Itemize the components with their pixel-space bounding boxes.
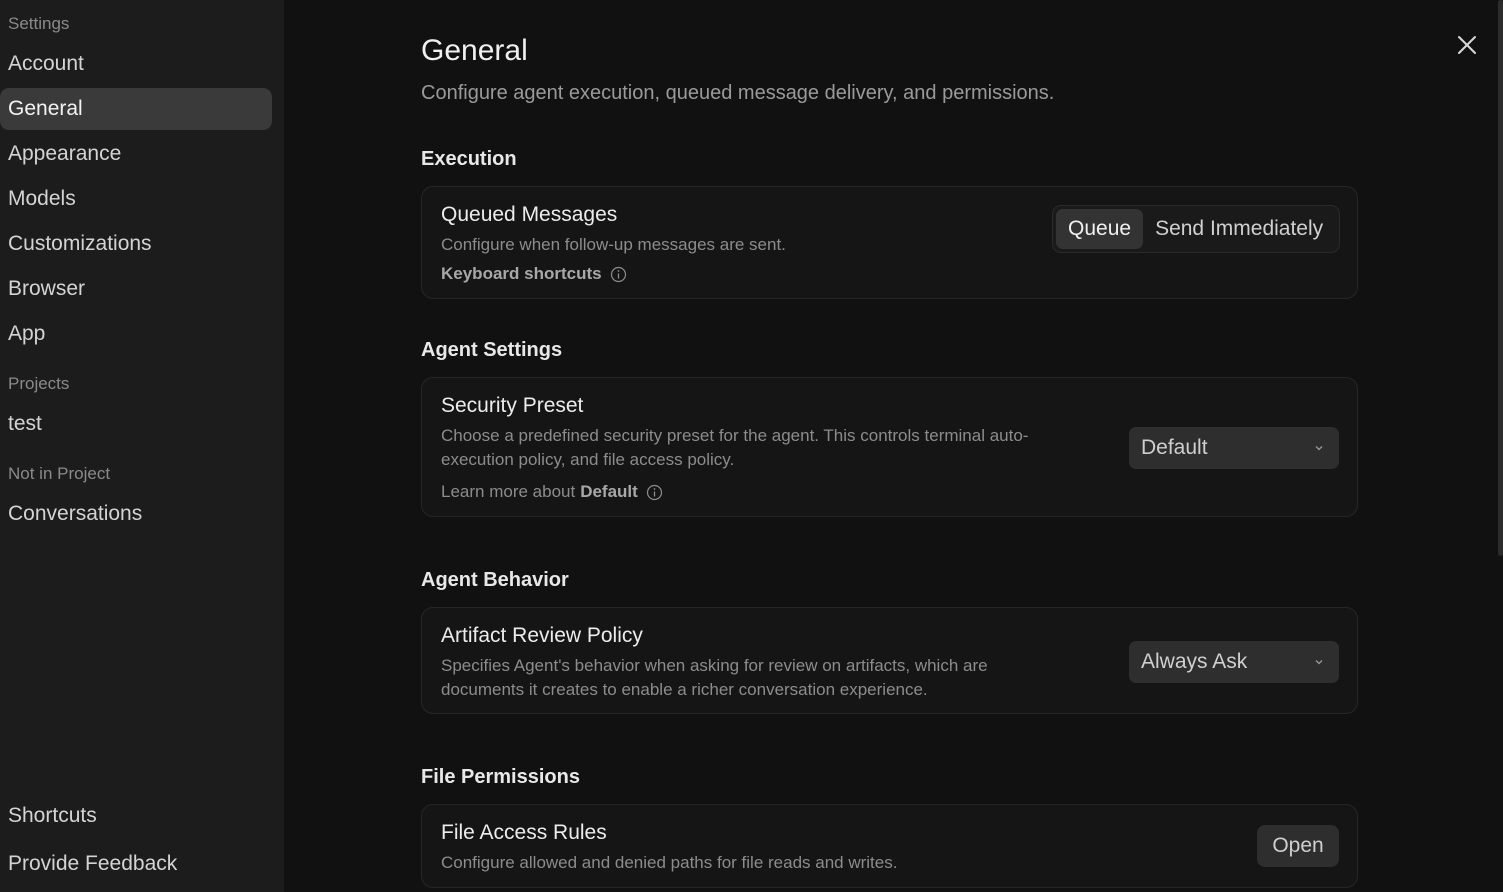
artifact-review-title: Artifact Review Policy (441, 624, 643, 647)
sidebar-item-provide-feedback[interactable]: Provide Feedback (0, 843, 272, 885)
close-icon (1458, 36, 1476, 54)
queued-messages-title: Queued Messages (441, 203, 618, 226)
chevron-down-icon (1315, 660, 1323, 665)
sidebar-item-shortcuts[interactable]: Shortcuts (0, 795, 272, 837)
learn-more-target: Default (580, 482, 638, 501)
queued-messages-toggle: Queue Send Immediately (1052, 205, 1340, 253)
sidebar-item-project-test[interactable]: test (0, 403, 272, 445)
sidebar-item-conversations[interactable]: Conversations (0, 493, 272, 535)
artifact-review-description-1: Specifies Agent's behavior when asking f… (441, 656, 988, 675)
sidebar-item-general[interactable]: General (0, 88, 272, 130)
option-queue[interactable]: Queue (1056, 209, 1144, 249)
file-access-title: File Access Rules (441, 821, 607, 844)
security-preset-value: Default (1141, 436, 1208, 459)
info-icon (646, 484, 662, 500)
learn-more-link[interactable]: Learn more about Default (441, 482, 663, 502)
section-title-agent-settings: Agent Settings (421, 339, 563, 361)
close-button[interactable] (1454, 32, 1480, 58)
security-preset-description-1: Choose a predefined security preset for … (441, 426, 1029, 445)
security-preset-card: Security Preset Choose a predefined secu… (421, 377, 1358, 517)
queued-messages-description: Configure when follow-up messages are se… (441, 235, 786, 254)
sidebar-item-account[interactable]: Account (0, 43, 272, 85)
sidebar-heading-projects: Projects (8, 374, 70, 393)
file-access-card: File Access Rules Configure allowed and … (421, 804, 1358, 888)
artifact-review-card: Artifact Review Policy Specifies Agent's… (421, 607, 1358, 714)
page-subtitle: Configure agent execution, queued messag… (421, 82, 1055, 104)
security-preset-description-2: execution policy, and file access policy… (441, 450, 735, 469)
section-title-agent-behavior: Agent Behavior (421, 569, 569, 591)
artifact-review-select[interactable]: Always Ask (1129, 641, 1339, 683)
keyboard-shortcuts-link[interactable]: Keyboard shortcuts (441, 264, 627, 284)
sidebar-heading-not-in-project: Not in Project (8, 464, 111, 483)
settings-sidebar: Settings Account General Appearance Mode… (0, 0, 284, 892)
sidebar-heading-settings: Settings (8, 14, 70, 33)
section-title-file-permissions: File Permissions (421, 766, 580, 788)
keyboard-shortcuts-label: Keyboard shortcuts (441, 264, 602, 283)
sidebar-item-appearance[interactable]: Appearance (0, 133, 272, 175)
artifact-review-value: Always Ask (1141, 650, 1248, 673)
open-file-access-button[interactable]: Open (1257, 825, 1339, 867)
learn-more-prefix: Learn more about (441, 482, 576, 501)
scrollbar-thumb[interactable] (1498, 0, 1503, 556)
sidebar-item-app[interactable]: App (0, 313, 272, 355)
file-access-description: Configure allowed and denied paths for f… (441, 853, 898, 872)
queued-messages-card: Queued Messages Configure when follow-up… (421, 186, 1358, 299)
security-preset-title: Security Preset (441, 394, 584, 417)
option-send-immediately[interactable]: Send Immediately (1143, 209, 1335, 249)
chevron-down-icon (1315, 446, 1323, 451)
sidebar-item-browser[interactable]: Browser (0, 268, 272, 310)
info-icon (610, 266, 626, 282)
sidebar-item-models[interactable]: Models (0, 178, 272, 220)
security-preset-select[interactable]: Default (1129, 427, 1339, 469)
section-title-execution: Execution (421, 148, 517, 170)
sidebar-item-customizations[interactable]: Customizations (0, 223, 272, 265)
page-title: General (421, 34, 528, 67)
artifact-review-description-2: documents it creates to enable a richer … (441, 680, 928, 699)
